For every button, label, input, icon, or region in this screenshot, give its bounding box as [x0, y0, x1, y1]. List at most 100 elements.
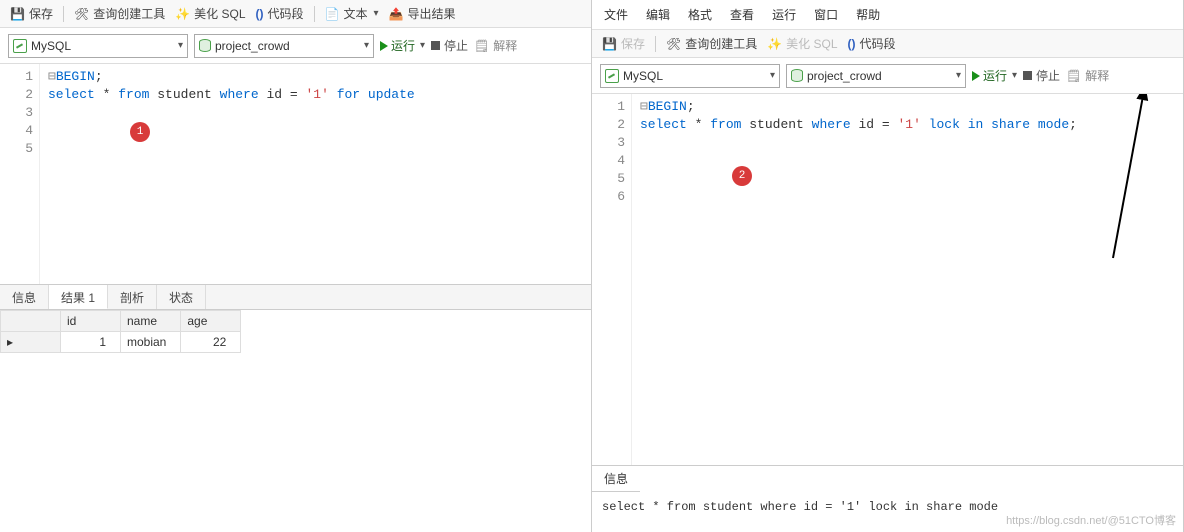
run-label: 运行	[391, 37, 415, 54]
stop-button[interactable]: 停止	[431, 37, 468, 54]
line-number: 5	[0, 140, 33, 158]
connection-select[interactable]: MySQL ▾	[8, 34, 188, 58]
right-toolbar-primary: 💾 保存 🛠 查询创建工具 ✨ 美化 SQL () 代码段	[592, 30, 1183, 58]
export-label: 导出结果	[408, 5, 456, 22]
snippet-icon: ()	[256, 7, 264, 21]
menu-file[interactable]: 文件	[604, 6, 628, 23]
separator	[314, 6, 315, 22]
menu-edit[interactable]: 编辑	[646, 6, 670, 23]
cell-id[interactable]: 1	[61, 332, 121, 353]
beautify-sql-button[interactable]: ✨ 美化 SQL	[175, 5, 245, 22]
tab-result1[interactable]: 结果 1	[49, 285, 108, 309]
row-handle[interactable]: ▸	[1, 332, 61, 353]
right-pane: 文件 编辑 格式 查看 运行 窗口 帮助 💾 保存 🛠 查询创建工具 ✨ 美化 …	[592, 0, 1184, 532]
left-sql-editor[interactable]: 1 2 3 4 5 ⊟BEGIN; select * from student …	[0, 64, 591, 284]
line-number: 2	[592, 116, 625, 134]
export-icon: 📤	[389, 7, 404, 21]
cell-age[interactable]: 22	[181, 332, 241, 353]
database-value: project_crowd	[807, 69, 882, 83]
stop-label: 停止	[1036, 67, 1060, 84]
id-eq: id =	[259, 87, 306, 102]
line-number: 2	[0, 86, 33, 104]
database-value: project_crowd	[215, 39, 290, 53]
chevron-down-icon: ▾	[1012, 70, 1017, 81]
kw-select: select	[48, 87, 95, 102]
run-label: 运行	[983, 67, 1007, 84]
col-age[interactable]: age	[181, 311, 241, 332]
code-body: ⊟BEGIN; select * from student where id =…	[632, 94, 1085, 465]
line-number: 4	[592, 152, 625, 170]
tbl-student: student	[741, 117, 811, 132]
tab-profile[interactable]: 剖析	[108, 285, 157, 309]
query-builder-button[interactable]: 🛠 查询创建工具	[74, 5, 165, 22]
col-name[interactable]: name	[121, 311, 181, 332]
save-button[interactable]: 💾 保存	[10, 5, 53, 22]
text-button[interactable]: 📄 文本 ▾	[325, 5, 379, 22]
run-button[interactable]: 运行 ▾	[972, 67, 1017, 84]
kw-select: select	[640, 117, 687, 132]
line-number: 3	[0, 104, 33, 122]
data-table: id name age ▸ 1 mobian 22	[0, 310, 241, 353]
star: *	[687, 117, 710, 132]
menu-help[interactable]: 帮助	[856, 6, 880, 23]
connection-value: MySQL	[623, 69, 663, 83]
left-toolbar-primary: 💾 保存 🛠 查询创建工具 ✨ 美化 SQL () 代码段 📄 文本 ▾ 📤 导…	[0, 0, 591, 28]
explain-button[interactable]: 🗒 解释	[1066, 67, 1109, 84]
cell-name[interactable]: mobian	[121, 332, 181, 353]
line-number: 3	[592, 134, 625, 152]
separator	[655, 36, 656, 52]
left-pane: 💾 保存 🛠 查询创建工具 ✨ 美化 SQL () 代码段 📄 文本 ▾ 📤 导…	[0, 0, 592, 532]
export-results-button[interactable]: 📤 导出结果	[389, 5, 456, 22]
watermark: https://blog.csdn.net/@51CTO博客	[1006, 512, 1176, 528]
col-id[interactable]: id	[61, 311, 121, 332]
line-gutter: 1 2 3 4 5 6	[592, 94, 632, 465]
explain-icon: 🗒	[1066, 69, 1081, 83]
tab-status[interactable]: 状态	[157, 285, 206, 309]
query-builder-label: 查询创建工具	[685, 35, 757, 52]
menu-format[interactable]: 格式	[688, 6, 712, 23]
row-handle-header	[1, 311, 61, 332]
str-val: '1'	[897, 117, 920, 132]
database-select[interactable]: project_crowd ▾	[194, 34, 374, 58]
menu-run[interactable]: 运行	[772, 6, 796, 23]
kw-from: from	[118, 87, 149, 102]
kw-lock: lock in share mode	[921, 117, 1069, 132]
snippet-label: 代码段	[268, 5, 304, 22]
play-icon	[972, 71, 980, 81]
mysql-icon	[605, 69, 619, 83]
database-icon	[791, 69, 803, 82]
stop-button[interactable]: 停止	[1023, 67, 1060, 84]
kw-begin: BEGIN	[56, 69, 95, 84]
beautify-label: 美化 SQL	[786, 35, 837, 52]
snippet-button[interactable]: () 代码段	[256, 5, 304, 22]
line-number: 5	[592, 170, 625, 188]
database-select[interactable]: project_crowd ▾	[786, 64, 966, 88]
run-button[interactable]: 运行 ▾	[380, 37, 425, 54]
connection-select[interactable]: MySQL ▾	[600, 64, 780, 88]
str-val: '1'	[305, 87, 328, 102]
beautify-icon: ✨	[175, 7, 190, 21]
table-row[interactable]: ▸ 1 mobian 22	[1, 332, 241, 353]
code-body: ⊟BEGIN; select * from student where id =…	[40, 64, 423, 284]
menu-window[interactable]: 窗口	[814, 6, 838, 23]
beautify-label: 美化 SQL	[194, 5, 245, 22]
results-grid: id name age ▸ 1 mobian 22	[0, 310, 591, 353]
explain-button[interactable]: 🗒 解释	[474, 37, 517, 54]
result-tabs: 信息 结果 1 剖析 状态	[0, 284, 591, 310]
menu-view[interactable]: 查看	[730, 6, 754, 23]
tab-info[interactable]: 信息	[0, 285, 49, 309]
line-number: 4	[0, 122, 33, 140]
snippet-label: 代码段	[860, 35, 896, 52]
query-builder-icon: 🛠	[74, 7, 89, 21]
tab-info[interactable]: 信息	[592, 466, 640, 492]
chevron-down-icon: ▾	[770, 70, 775, 81]
kw-begin: BEGIN	[648, 99, 687, 114]
right-sql-editor[interactable]: 1 2 3 4 5 6 ⊟BEGIN; select * from studen…	[592, 94, 1183, 465]
tbl-student: student	[149, 87, 219, 102]
chevron-down-icon: ▾	[420, 40, 425, 51]
snippet-button[interactable]: () 代码段	[848, 35, 896, 52]
kw-where: where	[812, 117, 851, 132]
query-builder-button[interactable]: 🛠 查询创建工具	[666, 35, 757, 52]
semicolon: ;	[95, 69, 103, 84]
save-icon: 💾	[10, 7, 25, 21]
